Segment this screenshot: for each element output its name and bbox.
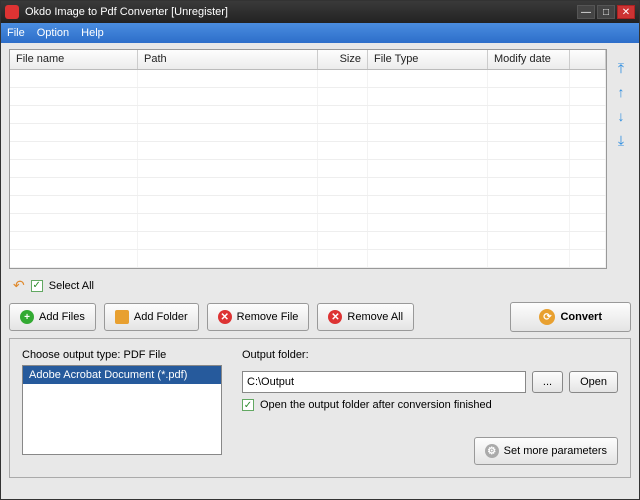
output-panel: Choose output type: PDF File Adobe Acrob…: [9, 338, 631, 478]
reorder-buttons: ⤒ ↑ ↓ ⤓: [607, 49, 631, 269]
table-row: [10, 196, 606, 214]
table-row: [10, 250, 606, 268]
content-area: File name Path Size File Type Modify dat…: [1, 43, 639, 499]
table-row: [10, 214, 606, 232]
col-size[interactable]: Size: [318, 50, 368, 69]
remove-file-label: Remove File: [237, 311, 299, 323]
choose-output-label: Choose output type: PDF File: [22, 349, 222, 361]
table-row: [10, 70, 606, 88]
file-table[interactable]: File name Path Size File Type Modify dat…: [9, 49, 607, 269]
menubar: File Option Help: [1, 23, 639, 43]
more-parameters-label: Set more parameters: [504, 445, 607, 457]
browse-button[interactable]: ...: [532, 371, 563, 393]
convert-button[interactable]: ⟳ Convert: [510, 302, 631, 332]
folder-icon: [115, 310, 129, 324]
add-files-button[interactable]: + Add Files: [9, 303, 96, 331]
remove-all-icon: ✕: [328, 310, 342, 324]
output-folder-input[interactable]: [242, 371, 526, 393]
add-folder-button[interactable]: Add Folder: [104, 303, 199, 331]
table-row: [10, 178, 606, 196]
menu-file[interactable]: File: [7, 27, 25, 39]
select-all-label: Select All: [49, 280, 94, 292]
open-after-checkbox[interactable]: ✓: [242, 399, 254, 411]
open-after-label: Open the output folder after conversion …: [260, 399, 492, 411]
add-folder-label: Add Folder: [134, 311, 188, 323]
move-up-button[interactable]: ↑: [612, 83, 630, 101]
col-filename[interactable]: File name: [10, 50, 138, 69]
table-row: [10, 142, 606, 160]
move-bottom-button[interactable]: ⤓: [612, 131, 630, 149]
remove-all-button[interactable]: ✕ Remove All: [317, 303, 414, 331]
col-modify[interactable]: Modify date: [488, 50, 570, 69]
add-files-label: Add Files: [39, 311, 85, 323]
titlebar: Okdo Image to Pdf Converter [Unregister]…: [1, 1, 639, 23]
more-parameters-button[interactable]: ⚙ Set more parameters: [474, 437, 618, 465]
output-type-item[interactable]: Adobe Acrobat Document (*.pdf): [23, 366, 221, 384]
convert-icon: ⟳: [539, 309, 555, 325]
col-blank: [570, 50, 606, 69]
output-type-list[interactable]: Adobe Acrobat Document (*.pdf): [22, 365, 222, 455]
table-body: [10, 70, 606, 268]
remove-all-label: Remove All: [347, 311, 403, 323]
maximize-button[interactable]: □: [597, 5, 615, 19]
table-header: File name Path Size File Type Modify dat…: [10, 50, 606, 70]
table-row: [10, 106, 606, 124]
select-row: ↶ ✓ Select All: [9, 275, 631, 296]
select-all-checkbox[interactable]: ✓: [31, 280, 43, 292]
table-row: [10, 124, 606, 142]
col-path[interactable]: Path: [138, 50, 318, 69]
menu-option[interactable]: Option: [37, 27, 69, 39]
table-row: [10, 88, 606, 106]
remove-file-button[interactable]: ✕ Remove File: [207, 303, 310, 331]
move-top-button[interactable]: ⤒: [612, 59, 630, 77]
plus-icon: +: [20, 310, 34, 324]
table-row: [10, 160, 606, 178]
open-folder-button[interactable]: Open: [569, 371, 618, 393]
convert-label: Convert: [560, 311, 602, 323]
app-icon: [5, 5, 19, 19]
table-row: [10, 232, 606, 250]
remove-icon: ✕: [218, 310, 232, 324]
app-window: Okdo Image to Pdf Converter [Unregister]…: [0, 0, 640, 500]
minimize-button[interactable]: —: [577, 5, 595, 19]
action-buttons: + Add Files Add Folder ✕ Remove File ✕ Remo…: [9, 302, 631, 332]
close-button[interactable]: ✕: [617, 5, 635, 19]
move-down-button[interactable]: ↓: [612, 107, 630, 125]
menu-help[interactable]: Help: [81, 27, 104, 39]
output-folder-label: Output folder:: [242, 349, 618, 361]
gear-icon: ⚙: [485, 444, 499, 458]
col-filetype[interactable]: File Type: [368, 50, 488, 69]
undo-icon[interactable]: ↶: [13, 277, 25, 294]
window-title: Okdo Image to Pdf Converter [Unregister]: [25, 6, 228, 18]
